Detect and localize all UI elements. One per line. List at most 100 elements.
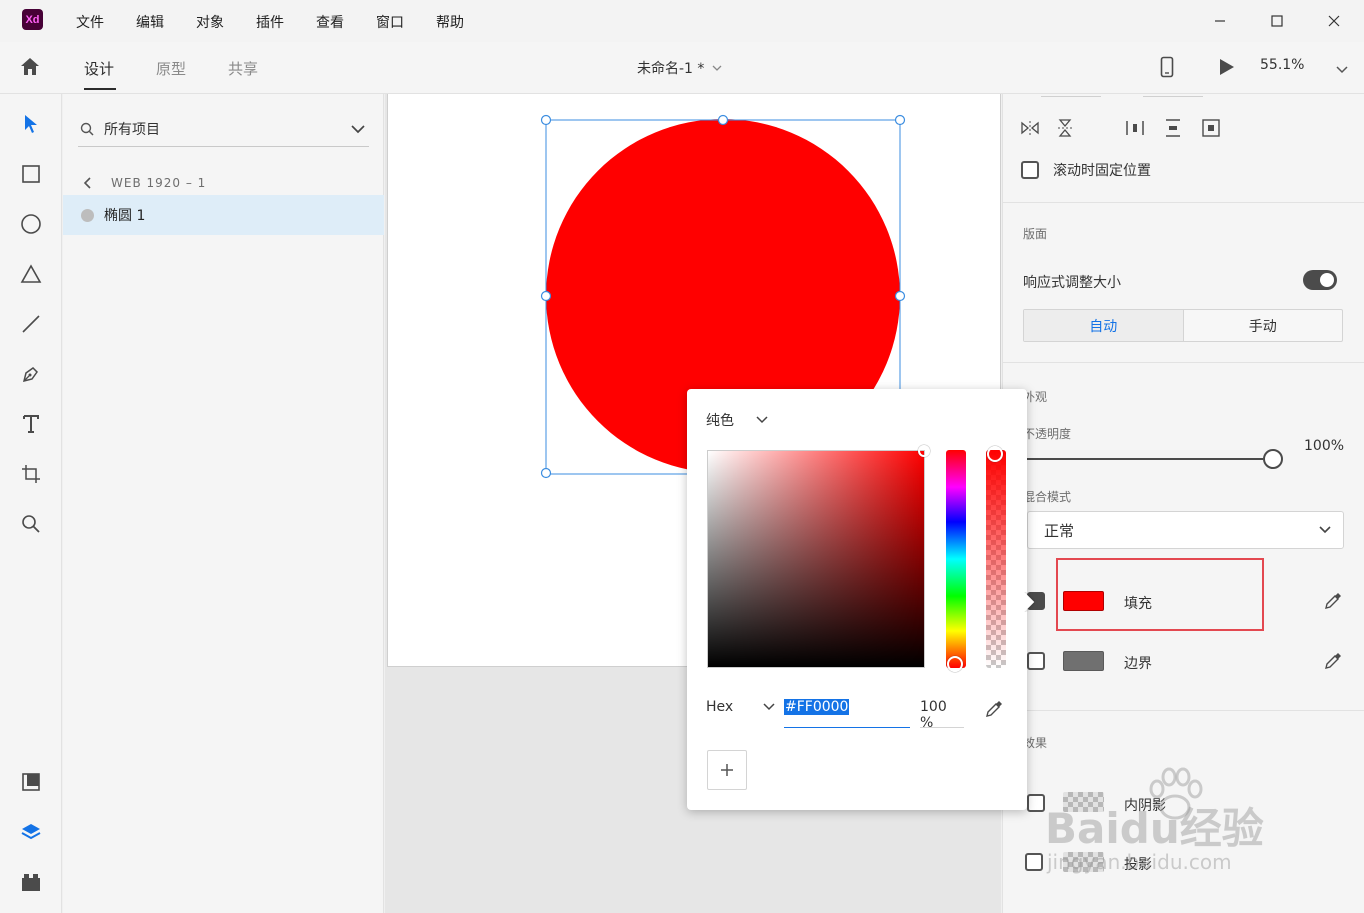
distribute-vertical-button[interactable] — [1164, 118, 1182, 142]
line-tool[interactable] — [18, 311, 44, 337]
resize-handle[interactable] — [540, 467, 552, 479]
align-center-icon — [1202, 119, 1220, 137]
opacity-value[interactable]: 100% — [1304, 438, 1344, 454]
layer-search[interactable]: 所有项目 — [78, 112, 369, 147]
plugins-icon — [22, 874, 40, 891]
flip-vertical-button[interactable] — [1056, 118, 1074, 142]
polygon-tool[interactable] — [18, 261, 44, 287]
drop-shadow-checkbox[interactable] — [1025, 853, 1043, 871]
hue-slider[interactable] — [946, 450, 966, 672]
device-preview-button[interactable] — [1160, 56, 1174, 82]
add-swatch-button[interactable] — [707, 750, 747, 790]
line-icon — [22, 315, 40, 333]
select-tool[interactable] — [18, 111, 44, 137]
menu-file[interactable]: 文件 — [76, 12, 104, 32]
pen-tool[interactable] — [18, 361, 44, 387]
fill-eyedropper-button[interactable] — [1323, 591, 1343, 615]
artboard-icon — [22, 465, 40, 483]
assets-button[interactable] — [18, 769, 44, 795]
title-bar: Xd 文件 编辑 对象 插件 查看 窗口 帮助 — [0, 0, 1364, 42]
tab-share[interactable]: 共享 — [228, 58, 258, 79]
distribute-horizontal-button[interactable] — [1125, 119, 1145, 141]
resize-handle[interactable] — [894, 290, 906, 302]
align-center-button[interactable] — [1201, 118, 1221, 142]
menu-help[interactable]: 帮助 — [436, 12, 464, 32]
fill-color-swatch[interactable] — [1063, 591, 1104, 611]
zoom-tool[interactable] — [18, 511, 44, 537]
color-picker-popover: 纯色 Hex #FF0000 100 % — [687, 389, 1035, 810]
responsive-resize-switch[interactable] — [1303, 270, 1337, 290]
alpha-slider[interactable] — [986, 446, 1006, 668]
hue-slider-thumb[interactable] — [947, 656, 963, 672]
menu-view[interactable]: 查看 — [316, 12, 344, 32]
resize-handle[interactable] — [540, 290, 552, 302]
saturation-value-field[interactable] — [707, 445, 930, 668]
plugins-button[interactable] — [18, 869, 44, 895]
eyedropper-icon — [1325, 653, 1341, 669]
alpha-slider-thumb[interactable] — [987, 446, 1003, 462]
border-checkbox[interactable] — [1027, 652, 1045, 670]
triangle-icon — [20, 264, 42, 283]
resize-handle[interactable] — [894, 114, 906, 126]
color-format-label: Hex — [706, 699, 734, 715]
drop-shadow-label: 投影 — [1124, 857, 1152, 873]
menu-edit[interactable]: 编辑 — [136, 12, 164, 32]
zoom-level[interactable]: 55.1% — [1260, 57, 1304, 73]
hex-input[interactable]: #FF0000 — [784, 693, 910, 728]
home-button[interactable] — [19, 56, 41, 80]
menu-object[interactable]: 对象 — [196, 12, 224, 32]
chevron-down-icon — [763, 703, 775, 711]
close-button[interactable] — [1314, 8, 1354, 34]
blend-mode-select[interactable]: 正常 — [1027, 511, 1344, 549]
drop-shadow-swatch[interactable] — [1063, 852, 1104, 872]
text-icon — [23, 415, 39, 433]
artboard-breadcrumb[interactable]: WEB 1920 – 1 — [83, 176, 206, 190]
distribute-horizontal-icon — [1126, 121, 1144, 135]
menu-plugins[interactable]: 插件 — [256, 12, 284, 32]
divider — [1143, 96, 1203, 97]
rectangle-icon — [22, 165, 40, 183]
manual-mode-button[interactable]: 手动 — [1184, 310, 1343, 341]
layer-label: 椭圆 1 — [104, 208, 146, 224]
border-color-swatch[interactable] — [1063, 651, 1104, 671]
tab-design[interactable]: 设计 — [84, 58, 114, 79]
color-field-cursor[interactable] — [918, 445, 930, 457]
chevron-down-icon — [1336, 66, 1348, 74]
menu-window[interactable]: 窗口 — [376, 12, 404, 32]
minimize-button[interactable] — [1200, 8, 1240, 34]
chevron-down-icon[interactable] — [351, 124, 365, 134]
layers-button[interactable] — [18, 819, 44, 845]
document-title-text: 未命名-1 * — [637, 61, 705, 77]
artboard-tool[interactable] — [18, 461, 44, 487]
alpha-input[interactable]: 100 % — [920, 693, 964, 731]
zoom-dropdown[interactable] — [1336, 62, 1348, 78]
color-format-dropdown[interactable]: Hex — [706, 699, 775, 715]
play-preview-button[interactable] — [1218, 57, 1236, 81]
color-mode-dropdown[interactable]: 纯色 — [706, 410, 768, 430]
rectangle-tool[interactable] — [18, 161, 44, 187]
inner-shadow-checkbox[interactable] — [1027, 794, 1045, 812]
border-label: 边界 — [1124, 656, 1152, 672]
ellipse-tool[interactable] — [18, 211, 44, 237]
divider — [1003, 710, 1364, 711]
maximize-button[interactable] — [1257, 8, 1297, 34]
resize-handle[interactable] — [717, 114, 729, 126]
inner-shadow-swatch[interactable] — [1063, 792, 1104, 812]
layer-row[interactable]: 椭圆 1 — [63, 195, 384, 235]
opacity-slider-thumb[interactable] — [1263, 449, 1283, 469]
border-eyedropper-button[interactable] — [1323, 651, 1343, 675]
main-toolbar: 设计 原型 共享 未命名-1 * 55.1% — [0, 42, 1364, 94]
play-icon — [1220, 59, 1234, 75]
fix-on-scroll-toggle[interactable]: 滚动时固定位置 — [1021, 160, 1151, 180]
switch-knob — [1320, 273, 1334, 287]
opacity-slider-track[interactable] — [1023, 458, 1263, 460]
document-title[interactable]: 未命名-1 * — [637, 58, 722, 78]
picker-eyedropper-button[interactable] — [984, 699, 1004, 723]
fix-on-scroll-checkbox[interactable] — [1021, 161, 1039, 179]
flip-horizontal-button[interactable] — [1020, 119, 1040, 141]
text-tool[interactable] — [18, 411, 44, 437]
auto-mode-button[interactable]: 自动 — [1024, 310, 1184, 341]
resize-handle[interactable] — [540, 114, 552, 126]
tab-prototype[interactable]: 原型 — [156, 58, 186, 79]
eyedropper-icon — [986, 701, 1002, 717]
